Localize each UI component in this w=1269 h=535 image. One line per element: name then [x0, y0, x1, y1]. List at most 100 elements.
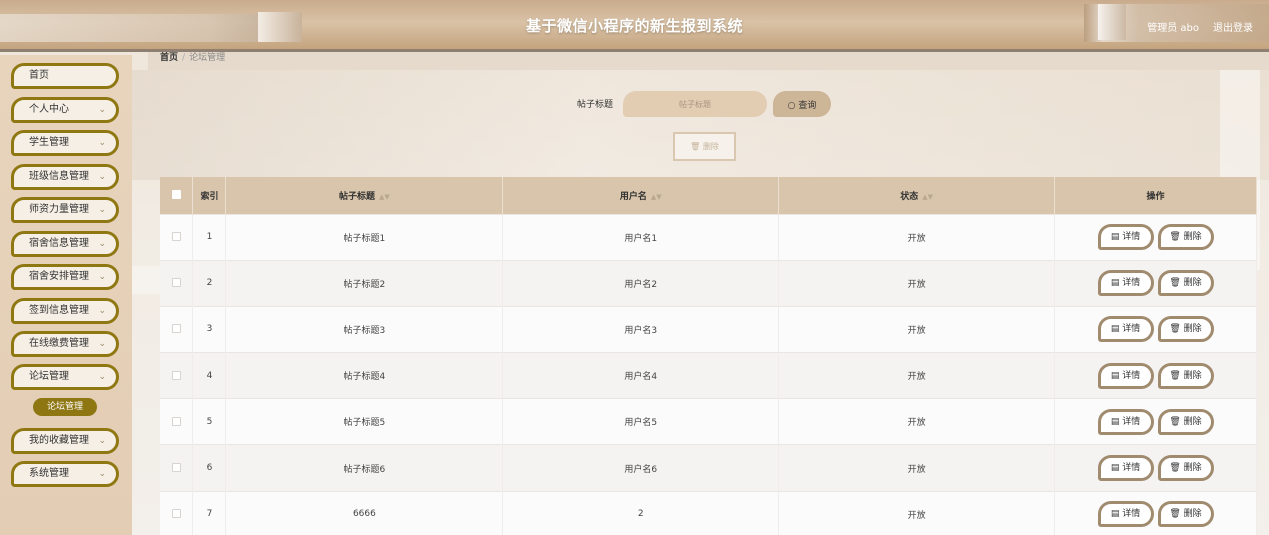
- cell-username: 2: [502, 490, 780, 535]
- document-icon: ▤: [1110, 324, 1120, 335]
- detail-button[interactable]: ▤ 详情: [1097, 455, 1154, 482]
- cell-status: 开放: [778, 259, 1056, 307]
- delete-button[interactable]: 🗑︎ 删除: [1157, 408, 1214, 435]
- sidebar-item[interactable]: 班级信息管理 ⌄: [11, 164, 119, 190]
- sidebar-item[interactable]: 签到信息管理 ⌄: [11, 298, 119, 324]
- cell-title: 帖子标题3: [225, 305, 504, 353]
- sidebar-item[interactable]: 师资力量管理 ⌄: [11, 197, 119, 223]
- document-icon: ▤: [1110, 416, 1120, 427]
- detail-label: 详情: [1122, 509, 1141, 520]
- cell-actions: ▤ 详情 🗑︎ 删除: [1054, 352, 1257, 399]
- cell-title: 6666: [225, 490, 504, 535]
- delete-button[interactable]: 🗑︎ 删除: [1157, 224, 1214, 251]
- chevron-down-icon: ⌄: [98, 469, 106, 479]
- search-input[interactable]: [623, 91, 767, 117]
- row-checkbox[interactable]: [171, 232, 181, 242]
- cell-username: 用户名3: [502, 305, 780, 353]
- sidebar-item[interactable]: 宿舍信息管理 ⌄: [11, 231, 119, 257]
- row-checkbox[interactable]: [171, 324, 181, 334]
- select-all-checkbox[interactable]: [171, 190, 181, 200]
- table-row: 6 帖子标题6 用户名6 开放 ▤ 详情 🗑︎ 删除: [160, 444, 1257, 492]
- breadcrumb-current: 论坛管理: [189, 53, 226, 63]
- cell-status: 开放: [778, 444, 1056, 492]
- chevron-down-icon: ⌄: [98, 172, 106, 182]
- chevron-down-icon: ⌄: [98, 436, 106, 446]
- header-status[interactable]: 状态 ▲▼: [778, 177, 1056, 214]
- trash-icon: 🗑︎: [1169, 232, 1181, 243]
- document-icon: ▤: [1110, 370, 1120, 381]
- sidebar-item[interactable]: 系统管理 ⌄: [11, 461, 119, 487]
- sidebar-item[interactable]: 论坛管理 ⌄: [11, 364, 119, 390]
- detail-button[interactable]: ▤ 详情: [1097, 408, 1154, 435]
- detail-label: 详情: [1122, 278, 1141, 289]
- header-title[interactable]: 帖子标题 ▲▼: [225, 177, 504, 214]
- trash-icon: 🗑︎: [1169, 416, 1181, 427]
- detail-button[interactable]: ▤ 详情: [1097, 501, 1154, 528]
- detail-button[interactable]: ▤ 详情: [1097, 270, 1154, 297]
- row-checkbox-cell: [160, 213, 194, 261]
- sidebar-item-label: 系统管理: [29, 468, 69, 479]
- trash-icon: 🗑︎: [1169, 509, 1181, 520]
- sidebar-item-label: 首页: [29, 70, 49, 81]
- delete-label: 删除: [1183, 232, 1202, 243]
- delete-button[interactable]: 🗑︎ 删除: [1157, 455, 1214, 482]
- sidebar-item[interactable]: 首页: [11, 63, 119, 89]
- cell-index: 2: [192, 259, 227, 307]
- detail-button[interactable]: ▤ 详情: [1097, 224, 1154, 251]
- sidebar-item-label: 班级信息管理: [29, 171, 89, 182]
- sidebar-item[interactable]: 我的收藏管理 ⌄: [11, 428, 119, 454]
- submenu-forum-management[interactable]: 论坛管理: [33, 398, 97, 416]
- cell-index: 3: [192, 305, 227, 353]
- row-checkbox[interactable]: [171, 463, 181, 473]
- breadcrumb-home[interactable]: 首页: [160, 53, 178, 63]
- detail-label: 详情: [1122, 463, 1141, 474]
- sort-icon: ▲▼: [922, 192, 934, 201]
- delete-button[interactable]: 🗑︎ 删除: [1157, 270, 1214, 297]
- table-row: 3 帖子标题3 用户名3 开放 ▤ 详情 🗑︎ 删除: [160, 305, 1257, 353]
- delete-button[interactable]: 🗑︎ 删除: [1157, 362, 1214, 389]
- cell-index: 7: [192, 490, 227, 535]
- sidebar-item-label: 学生管理: [29, 137, 69, 148]
- row-checkbox-cell: [160, 490, 194, 535]
- cell-status: 开放: [778, 490, 1056, 535]
- chevron-down-icon: ⌄: [98, 306, 106, 316]
- sidebar-item[interactable]: 在线缴费管理 ⌄: [11, 331, 119, 357]
- batch-delete-label: 删除: [702, 142, 719, 151]
- row-checkbox[interactable]: [171, 509, 181, 519]
- sidebar-item[interactable]: 个人中心 ⌄: [11, 97, 119, 123]
- batch-delete-button[interactable]: 🗑︎ 删除: [673, 132, 736, 161]
- cell-title: 帖子标题5: [225, 398, 504, 445]
- row-checkbox[interactable]: [171, 416, 181, 426]
- cell-actions: ▤ 详情 🗑︎ 删除: [1054, 259, 1257, 307]
- table-row: 5 帖子标题5 用户名5 开放 ▤ 详情 🗑︎ 删除: [160, 398, 1257, 445]
- delete-button[interactable]: 🗑︎ 删除: [1157, 501, 1214, 528]
- logout-link[interactable]: 退出登录: [1213, 19, 1253, 34]
- sidebar-item-label: 宿舍信息管理: [29, 238, 89, 249]
- sidebar-item-label: 在线缴费管理: [29, 338, 89, 349]
- detail-label: 详情: [1122, 416, 1141, 427]
- cell-title: 帖子标题4: [225, 352, 504, 399]
- document-icon: ▤: [1110, 509, 1120, 520]
- admin-label: 管理员 abo: [1147, 23, 1199, 34]
- row-checkbox[interactable]: [171, 278, 181, 288]
- detail-button[interactable]: ▤ 详情: [1097, 362, 1154, 389]
- sort-icon: ▲▼: [650, 192, 662, 201]
- detail-button[interactable]: ▤ 详情: [1097, 316, 1154, 343]
- detail-label: 详情: [1122, 370, 1141, 381]
- row-checkbox[interactable]: [171, 370, 181, 380]
- delete-label: 删除: [1183, 463, 1202, 474]
- cell-actions: ▤ 详情 🗑︎ 删除: [1054, 444, 1257, 492]
- cell-username: 用户名1: [502, 213, 780, 261]
- query-button-label: 查询: [798, 100, 817, 111]
- row-checkbox-cell: [160, 444, 194, 492]
- sidebar-item[interactable]: 宿舍安排管理 ⌄: [11, 264, 119, 290]
- sidebar-item[interactable]: 学生管理 ⌄: [11, 130, 119, 156]
- header-username[interactable]: 用户名 ▲▼: [502, 177, 780, 214]
- sort-icon: ▲▼: [379, 192, 390, 201]
- query-button[interactable]: ○ 查询: [773, 91, 831, 117]
- delete-button[interactable]: 🗑︎ 删除: [1157, 316, 1214, 343]
- document-icon: ▤: [1110, 278, 1120, 289]
- cell-title: 帖子标题2: [225, 259, 504, 307]
- table-row: 4 帖子标题4 用户名4 开放 ▤ 详情 🗑︎ 删除: [160, 352, 1257, 399]
- header-user-area: 管理员 abo 退出登录: [1147, 19, 1253, 34]
